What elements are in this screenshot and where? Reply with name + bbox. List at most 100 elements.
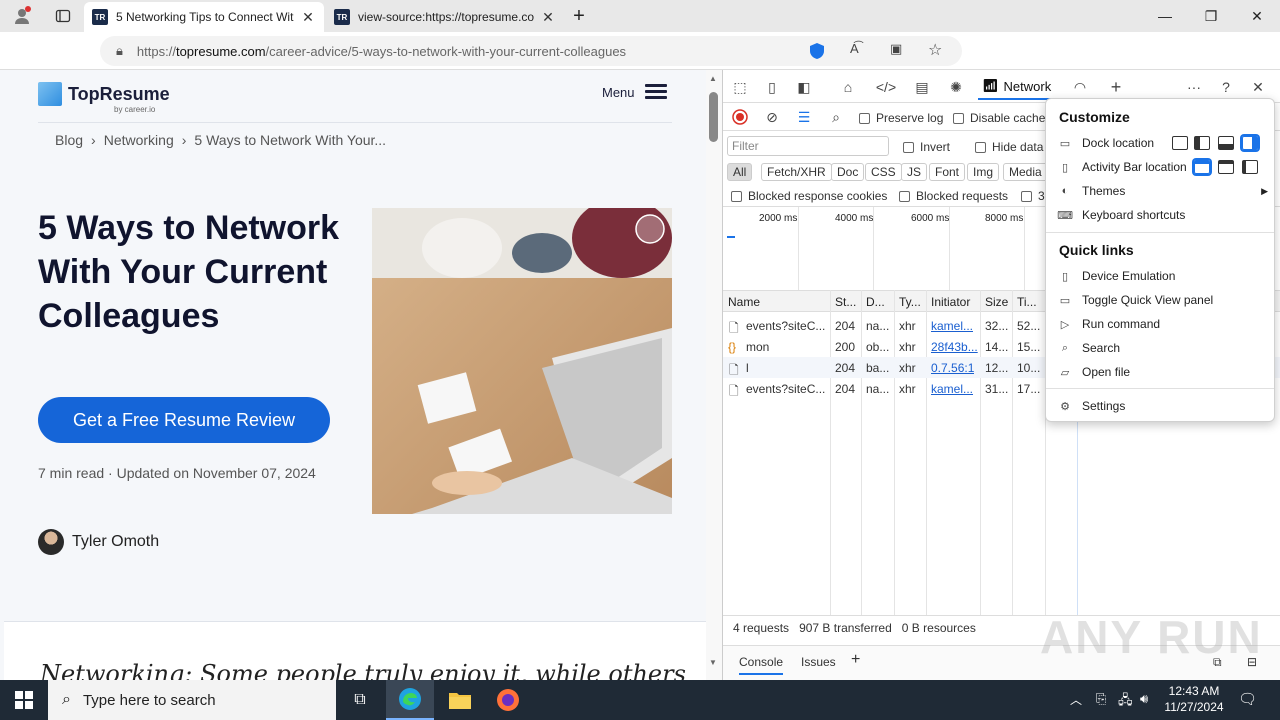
column-initiator[interactable]: Initiator [931,295,970,309]
volume-icon[interactable]: 🔊︎ [1140,691,1148,707]
column-type[interactable]: Ty... [899,295,921,309]
menu-item-run-command[interactable]: ▷ Run command [1058,313,1268,335]
request-initiator[interactable]: kamel... [931,319,973,333]
column-size[interactable]: Size [985,295,1008,309]
invert-checkbox[interactable]: Invert [903,140,950,154]
column-name[interactable]: Name [728,295,760,309]
tab-active[interactable]: TR 5 Networking Tips to Connect With You… [84,2,324,32]
menu-item-toggle-quick-view[interactable]: ▭ Toggle Quick View panel [1058,289,1268,311]
notifications-icon[interactable]: 🗨︎ [1238,690,1257,708]
activity-bar-side-icon[interactable] [1242,160,1258,174]
site-menu-button[interactable]: Menu [602,84,667,100]
filter-toggle-icon[interactable]: ☰ [793,106,815,128]
blocked-requests-checkbox[interactable]: Blocked requests [899,189,1008,203]
help-icon[interactable]: ? [1215,76,1237,98]
devtools-more-icon[interactable]: ··· [1183,76,1205,98]
type-filter-doc[interactable]: Doc [831,163,865,181]
restore-button[interactable]: ❐ [1188,0,1234,32]
free-resume-review-button[interactable]: Get a Free Resume Review [38,397,330,443]
network-icon[interactable]: 🖧︎ [1118,691,1133,713]
menu-item-keyboard-shortcuts[interactable]: ⌨ Keyboard shortcuts [1057,204,1268,226]
minimize-button[interactable]: — [1142,0,1188,32]
read-aloud-icon[interactable]: A͡ [850,41,859,56]
clear-icon[interactable]: ⊘ [761,106,783,128]
tab-network[interactable]: 📶︎ Network [978,74,1056,100]
activity-bar-top-icon[interactable] [1194,160,1210,174]
dock-left-icon[interactable] [1194,136,1210,150]
request-initiator[interactable]: 0.7.56:1 [931,361,974,375]
taskbar-firefox[interactable] [484,680,532,720]
url-field[interactable]: 🔒︎ https://topresume.com/career-advice/5… [100,36,962,66]
more-tools-plus-icon[interactable]: + [1105,76,1127,98]
dock-undock-icon[interactable] [1172,136,1188,150]
request-initiator[interactable]: kamel... [931,382,973,396]
tray-meet-icon[interactable]: ⎘ [1096,691,1106,707]
type-filter-font[interactable]: Font [929,163,966,181]
page-scrollbar[interactable]: ▲ ▼ [706,70,722,680]
taskbar-file-explorer[interactable] [436,680,484,720]
performance-gauge-icon[interactable]: ◠ [1069,76,1091,98]
scroll-thumb[interactable] [709,92,718,142]
close-window-button[interactable]: ✕ [1234,0,1280,32]
disable-cache-checkbox[interactable]: Disable cache [953,111,1045,125]
type-filter-js[interactable]: JS [901,163,928,181]
menu-item-themes[interactable]: ◐ Themes ▶ [1058,180,1268,202]
console-icon[interactable]: ▤ [911,76,933,98]
sources-bug-icon[interactable]: ✺ [945,76,967,98]
type-filter-all[interactable]: All [727,163,753,181]
app-available-icon[interactable]: ▣ [890,41,902,57]
search-icon[interactable]: ⌕ [825,106,847,128]
new-tab-button[interactable]: + [556,0,602,32]
drawer-add-tab-icon[interactable]: + [851,651,860,669]
site-logo[interactable]: TopResume by career.io [38,82,170,114]
column-status[interactable]: St... [835,295,856,309]
tab-actions-button[interactable] [40,0,86,32]
inspect-element-icon[interactable]: ⬚ [729,76,751,98]
scroll-down-icon[interactable]: ▼ [709,658,717,667]
blocked-cookies-checkbox[interactable]: Blocked response cookies [731,189,887,203]
task-view-button[interactable]: ⧉ [336,680,384,720]
third-party-checkbox[interactable]: 3 [1021,189,1045,203]
close-devtools-icon[interactable]: ✕ [1247,76,1269,98]
menu-item-device-emulation[interactable]: ▯ Device Emulation [1058,265,1268,287]
record-icon[interactable] [729,106,751,128]
preserve-log-checkbox[interactable]: Preserve log [859,111,943,125]
column-time[interactable]: Ti... [1017,295,1037,309]
tray-chevron-icon[interactable]: ︿ [1070,691,1082,708]
type-filter-fetch-xhr[interactable]: Fetch/XHR [761,163,832,181]
welcome-home-icon[interactable]: ⌂ [837,76,859,98]
scroll-up-icon[interactable]: ▲ [709,74,717,83]
article-meta: 7 min read · Updated on November 07, 202… [38,465,316,481]
menu-item-search[interactable]: ⌕ Search [1058,337,1268,359]
drawer-tab-console[interactable]: Console [739,655,784,675]
elements-code-icon[interactable]: </> [875,76,897,98]
type-filter-css[interactable]: CSS [865,163,902,181]
type-filter-img[interactable]: Img [967,163,1000,181]
start-button[interactable] [0,680,48,720]
shield-icon[interactable] [808,42,826,60]
breadcrumb-blog[interactable]: Blog [55,132,83,148]
profile-button[interactable] [0,0,44,32]
network-filter-input[interactable]: Filter [727,136,889,156]
sidebar-toggle-icon[interactable]: ◧ [793,76,815,98]
taskbar-clock[interactable]: 12:43 AM 11/27/2024 [1162,683,1226,715]
type-filter-media[interactable]: Media [1003,163,1048,181]
favorite-star-icon[interactable]: ☆ [928,40,942,60]
menu-item-settings[interactable]: ⚙ Settings [1058,395,1268,417]
device-toolbar-icon[interactable]: ▯ [761,76,783,98]
request-initiator[interactable]: 28f43b... [931,340,978,354]
breadcrumb-networking[interactable]: Networking [104,132,174,148]
activity-bar-hidden-icon[interactable] [1218,160,1234,174]
hide-data-urls-checkbox[interactable]: Hide data [975,140,1043,154]
taskbar-search-box[interactable]: ⌕ Type here to search [48,680,336,720]
close-tab-icon[interactable]: ✕ [300,9,316,26]
dock-bottom-icon[interactable] [1218,136,1234,150]
column-domain[interactable]: D... [866,295,885,309]
dock-right-icon[interactable] [1242,136,1258,150]
taskbar-edge[interactable] [386,680,434,720]
tab-view-source[interactable]: TR view-source:https://topresume.com/ ✕ [326,2,564,32]
drawer-tab-issues[interactable]: Issues [801,655,836,669]
menu-item-open-file[interactable]: ▱ Open file [1058,361,1268,383]
close-tab-icon[interactable]: ✕ [540,9,556,26]
author-byline[interactable]: Tyler Omoth [38,529,159,555]
